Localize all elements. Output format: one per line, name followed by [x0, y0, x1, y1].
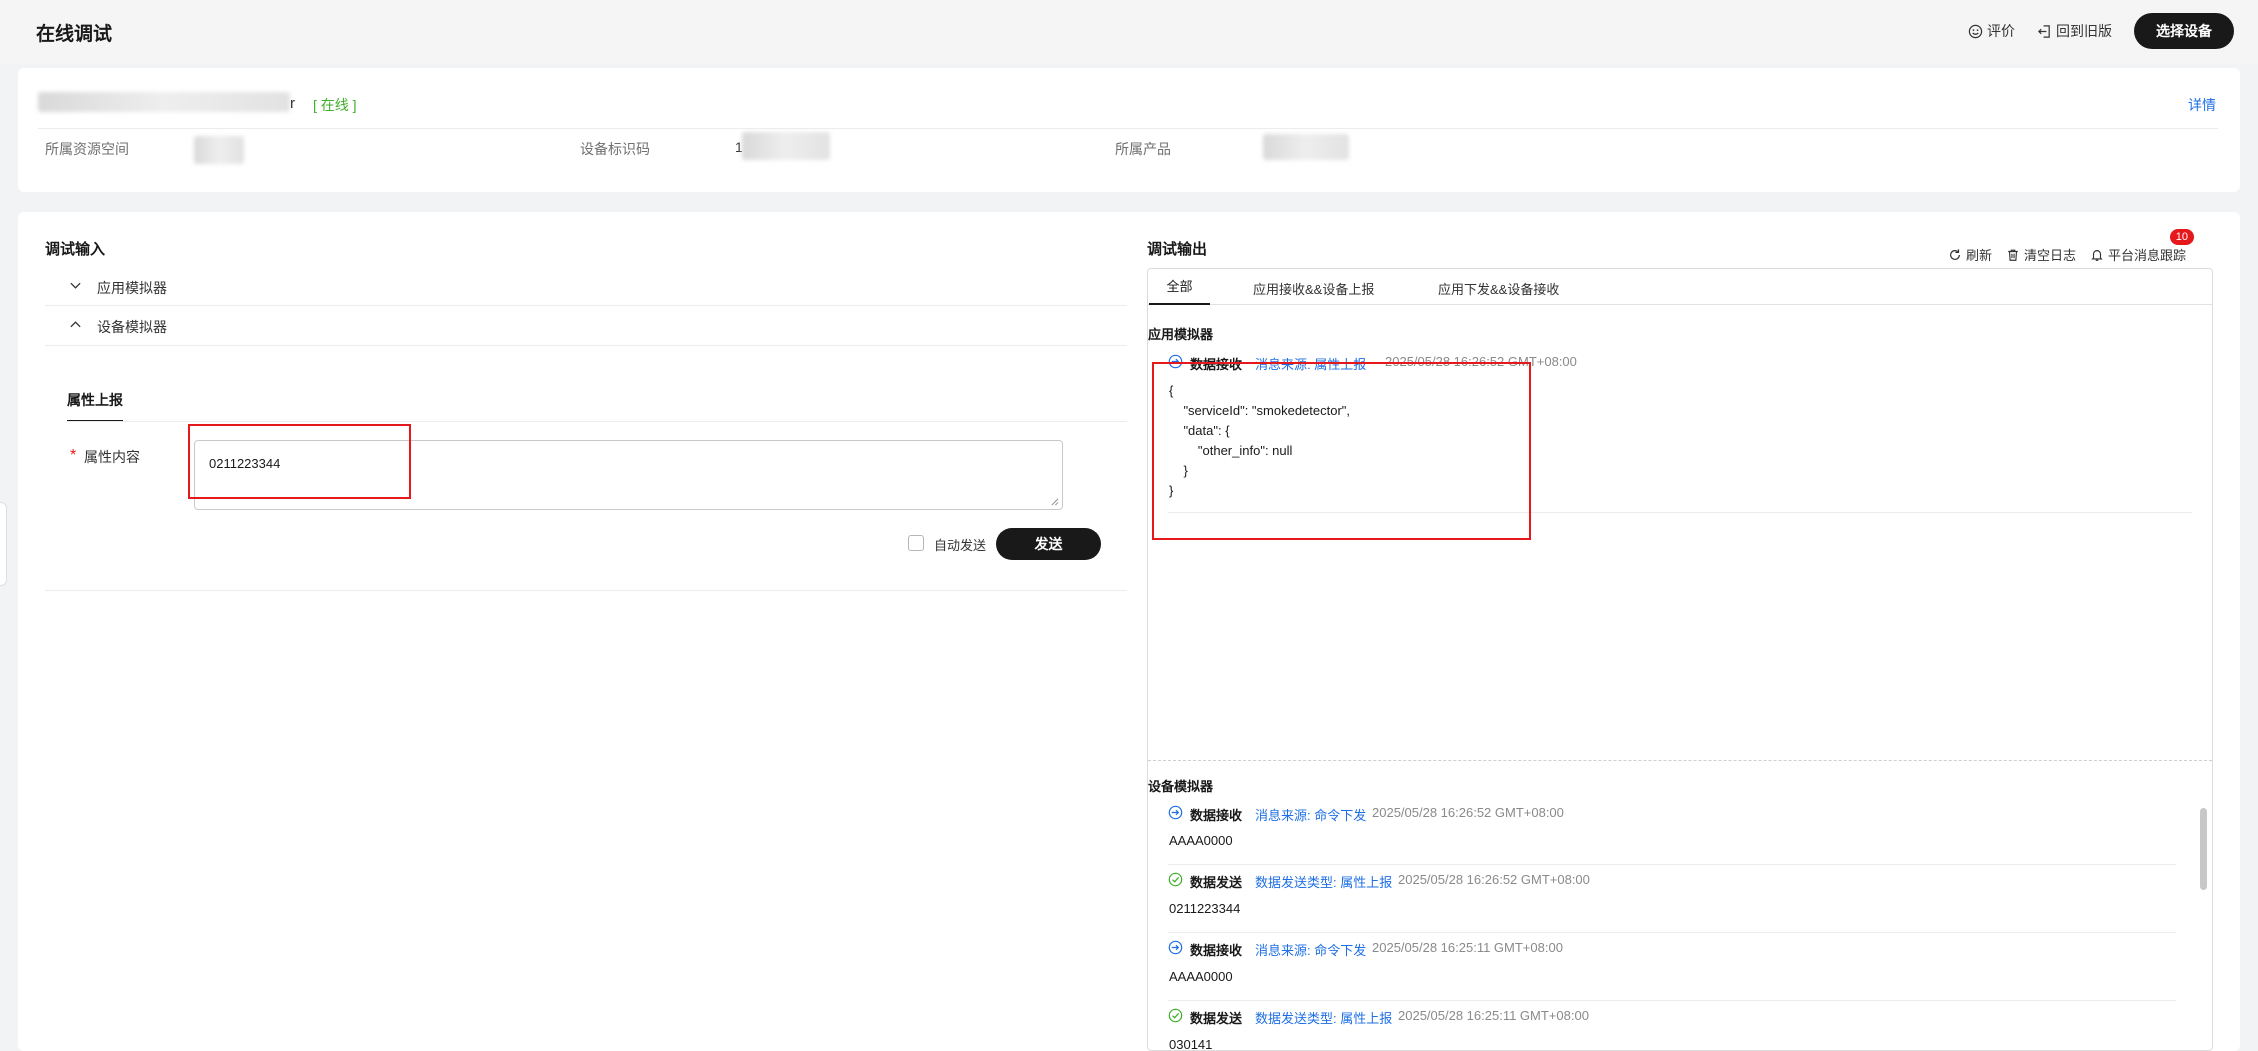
- chevron-down-icon: [70, 282, 81, 289]
- refresh-label: 刷新: [1966, 248, 1993, 263]
- auto-send-label: 自动发送: [934, 538, 987, 553]
- device-simulator-log-title: 设备模拟器: [1148, 779, 1214, 794]
- trash-icon: [2008, 249, 2018, 261]
- device-log-type: 数据接收: [1190, 943, 1243, 958]
- tab-app-send-device-receive[interactable]: 应用下发&&设备接收: [1438, 279, 1559, 298]
- tab-app-receive-device-report[interactable]: 应用接收&&设备上报: [1253, 279, 1374, 298]
- check-circle-icon: [1168, 1008, 1183, 1023]
- tab-all[interactable]: 全部: [1149, 269, 1210, 305]
- device-log-type: 数据发送: [1190, 1011, 1243, 1026]
- clear-log-label: 清空日志: [2024, 248, 2077, 263]
- refresh-icon: [1950, 248, 1960, 260]
- select-device-button[interactable]: 选择设备: [2134, 13, 2234, 49]
- device-log-time: 2025/05/28 16:26:52 GMT+08:00: [1398, 872, 1590, 887]
- refresh-button[interactable]: 刷新: [1948, 245, 1992, 264]
- device-log-divider: [1168, 1000, 2176, 1001]
- top-actions: 评价 回到旧版 选择设备: [1968, 13, 2234, 49]
- device-log-value: 0211223344: [1169, 901, 1241, 916]
- clear-log-button[interactable]: 清空日志: [2006, 245, 2076, 264]
- rate-label: 评价: [1987, 23, 2015, 39]
- device-log-source[interactable]: 消息来源: 命令下发: [1255, 805, 1366, 824]
- resource-space-value-redacted: [194, 136, 244, 164]
- resource-space-label: 所属资源空间: [45, 141, 129, 157]
- platform-trace-button[interactable]: 平台消息跟踪 10: [2090, 229, 2195, 264]
- top-bar: [0, 0, 2258, 64]
- bell-icon: [2091, 249, 2103, 261]
- tab-all-label: 全部: [1166, 279, 1193, 294]
- receive-arrow-icon: [1168, 940, 1183, 955]
- highlight-box-output: [1152, 362, 1531, 540]
- device-log-value: 030141: [1169, 1037, 1213, 1051]
- device-log-value: AAAA0000: [1169, 833, 1233, 848]
- side-handle[interactable]: [0, 502, 7, 586]
- app-simulator-log-title: 应用模拟器: [1148, 327, 1214, 342]
- device-id-value-redacted: [742, 132, 830, 160]
- tab-property-report-label: 属性上报: [67, 392, 123, 408]
- chevron-up-icon: [70, 321, 81, 328]
- device-log-time: 2025/05/28 16:26:52 GMT+08:00: [1372, 805, 1564, 820]
- smile-icon: [1968, 24, 1983, 38]
- device-log-value: AAAA0000: [1169, 969, 1233, 984]
- exit-icon: [2038, 24, 2050, 38]
- highlight-box-input: [188, 424, 411, 499]
- required-mark: *: [70, 447, 77, 464]
- tab-property-report[interactable]: 属性上报: [67, 390, 123, 422]
- input-panel-title: 调试输入: [45, 241, 106, 258]
- device-log-divider: [1168, 932, 2176, 933]
- auto-send-checkbox[interactable]: [908, 535, 924, 551]
- product-label: 所属产品: [1115, 141, 1171, 157]
- log-section-separator: [1148, 760, 2212, 761]
- device-log-source[interactable]: 消息来源: 命令下发: [1255, 940, 1366, 959]
- device-log-time: 2025/05/28 16:25:11 GMT+08:00: [1398, 1008, 1589, 1023]
- device-simulator-collapse[interactable]: 设备模拟器: [45, 314, 1127, 346]
- device-log-type: 数据接收: [1190, 808, 1243, 823]
- page-title: 在线调试: [36, 24, 113, 45]
- property-content-label: 属性内容: [84, 449, 140, 465]
- device-simulator-label: 设备模拟器: [97, 319, 167, 335]
- product-value-redacted: [1263, 134, 1349, 160]
- device-name-redacted: [38, 92, 290, 112]
- resize-handle-icon[interactable]: [1050, 497, 1059, 506]
- output-toolbar: 刷新 清空日志 平台消息跟踪 10: [1948, 229, 2195, 264]
- device-log-type: 数据发送: [1190, 875, 1243, 890]
- check-circle-icon: [1168, 872, 1183, 887]
- platform-trace-label: 平台消息跟踪: [2108, 248, 2187, 263]
- device-log-source[interactable]: 数据发送类型: 属性上报: [1255, 1008, 1392, 1027]
- rate-link[interactable]: 评价: [1968, 21, 2015, 41]
- output-panel-title: 调试输出: [1147, 241, 1208, 258]
- device-card-divider: [38, 128, 2218, 129]
- old-version-label: 回到旧版: [2056, 23, 2112, 39]
- device-log-divider: [1168, 864, 2176, 865]
- tab-divider: [67, 421, 1127, 422]
- old-version-link[interactable]: 回到旧版: [2037, 21, 2112, 41]
- send-button[interactable]: 发送: [996, 528, 1101, 560]
- app-simulator-label: 应用模拟器: [97, 280, 167, 296]
- log-scrollbar-thumb[interactable]: [2200, 808, 2207, 890]
- app-simulator-collapse[interactable]: 应用模拟器: [45, 274, 1127, 306]
- device-log-time: 2025/05/28 16:25:11 GMT+08:00: [1372, 940, 1563, 955]
- device-status-badge: [ 在线 ]: [313, 97, 357, 113]
- receive-arrow-icon: [1168, 805, 1183, 820]
- details-link[interactable]: 详情: [2188, 95, 2216, 115]
- device-log-source[interactable]: 数据发送类型: 属性上报: [1255, 872, 1392, 891]
- device-info-card: [18, 68, 2240, 192]
- device-name-suffix: r: [290, 95, 295, 112]
- trace-count-badge: 10: [2169, 229, 2195, 245]
- device-id-label: 设备标识码: [580, 141, 650, 157]
- input-bottom-divider: [45, 590, 1127, 591]
